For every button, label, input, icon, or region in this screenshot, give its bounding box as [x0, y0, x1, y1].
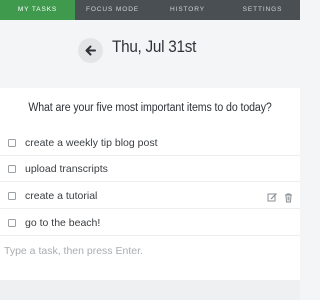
task-label: go to the beach!	[25, 217, 101, 229]
tab-history[interactable]: HISTORY	[150, 0, 225, 20]
back-button[interactable]	[78, 38, 103, 63]
task-card: What are your five most important items …	[0, 88, 300, 280]
task-label: create a weekly tip blog post	[25, 137, 158, 149]
task-row: upload transcripts	[0, 156, 300, 182]
tab-focus-mode[interactable]: FOCUS MODE	[75, 0, 150, 20]
trash-icon[interactable]	[283, 190, 294, 203]
task-checkbox[interactable]	[8, 219, 16, 227]
task-checkbox[interactable]	[8, 192, 16, 200]
new-task-input[interactable]	[0, 240, 300, 262]
prompt-question: What are your five most important items …	[28, 102, 272, 114]
task-actions	[267, 190, 294, 203]
edit-icon[interactable]	[267, 190, 278, 202]
task-row: create a weekly tip blog post	[0, 130, 300, 156]
task-label: upload transcripts	[25, 163, 108, 175]
page-title: Thu, Jul 31st	[112, 37, 197, 56]
tab-my-tasks[interactable]: MY TASKS	[0, 0, 75, 20]
date-header: Thu, Jul 31st	[0, 20, 300, 80]
arrow-left-icon	[85, 45, 96, 56]
footer-band	[0, 280, 300, 300]
task-row: go to the beach!	[0, 210, 300, 236]
top-navigation: MY TASKS FOCUS MODE HISTORY SETTINGS	[0, 0, 300, 20]
task-checkbox[interactable]	[8, 139, 16, 147]
task-checkbox[interactable]	[8, 165, 16, 173]
task-label: create a tutorial	[25, 190, 98, 202]
task-row: create a tutorial	[0, 183, 300, 209]
tab-settings[interactable]: SETTINGS	[225, 0, 300, 20]
